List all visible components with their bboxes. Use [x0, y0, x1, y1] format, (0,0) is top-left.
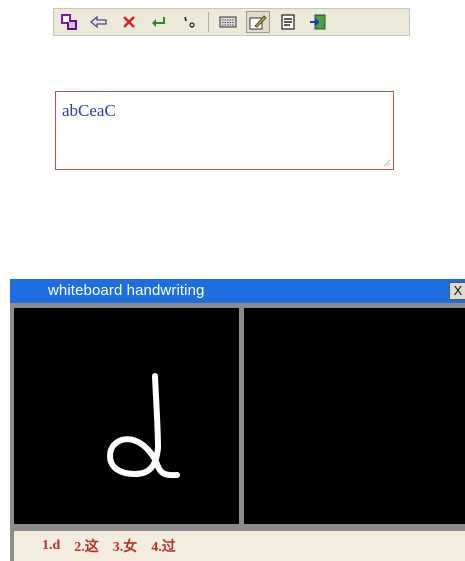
close-button[interactable]: X [449, 282, 465, 300]
delete-x-icon[interactable] [117, 11, 141, 33]
resize-grip-icon[interactable] [381, 157, 391, 167]
handwritten-stroke [107, 373, 180, 479]
app-logo-icon[interactable] [57, 11, 81, 33]
exit-icon[interactable] [306, 11, 330, 33]
ime-toolbar [53, 8, 410, 36]
candidate-bar: 1.d 2.这 3.女 4.过 [14, 531, 465, 561]
handwriting-pad-left[interactable] [14, 308, 239, 524]
whiteboard-title: whiteboard handwriting [48, 282, 205, 299]
toolbar-separator [208, 12, 209, 32]
keyboard-icon[interactable] [216, 11, 240, 33]
candidate-4[interactable]: 4.过 [151, 536, 176, 556]
whiteboard-window: whiteboard handwriting X 1.d 2.这 3.女 4.过 [10, 279, 465, 561]
whiteboard-titlebar[interactable]: whiteboard handwriting X [10, 279, 465, 303]
punctuation-icon[interactable] [177, 11, 201, 33]
text-input-value: abCeaC [62, 101, 116, 120]
candidate-3[interactable]: 3.女 [113, 536, 138, 556]
enter-return-icon[interactable] [147, 11, 171, 33]
text-input[interactable]: abCeaC [55, 91, 394, 170]
backspace-arrow-icon[interactable] [87, 11, 111, 33]
candidate-1[interactable]: 1.d [42, 538, 60, 554]
document-icon[interactable] [276, 11, 300, 33]
handwriting-pen-icon[interactable] [246, 11, 270, 33]
handwriting-pad-right[interactable] [244, 308, 465, 524]
candidate-2[interactable]: 2.这 [74, 536, 99, 556]
